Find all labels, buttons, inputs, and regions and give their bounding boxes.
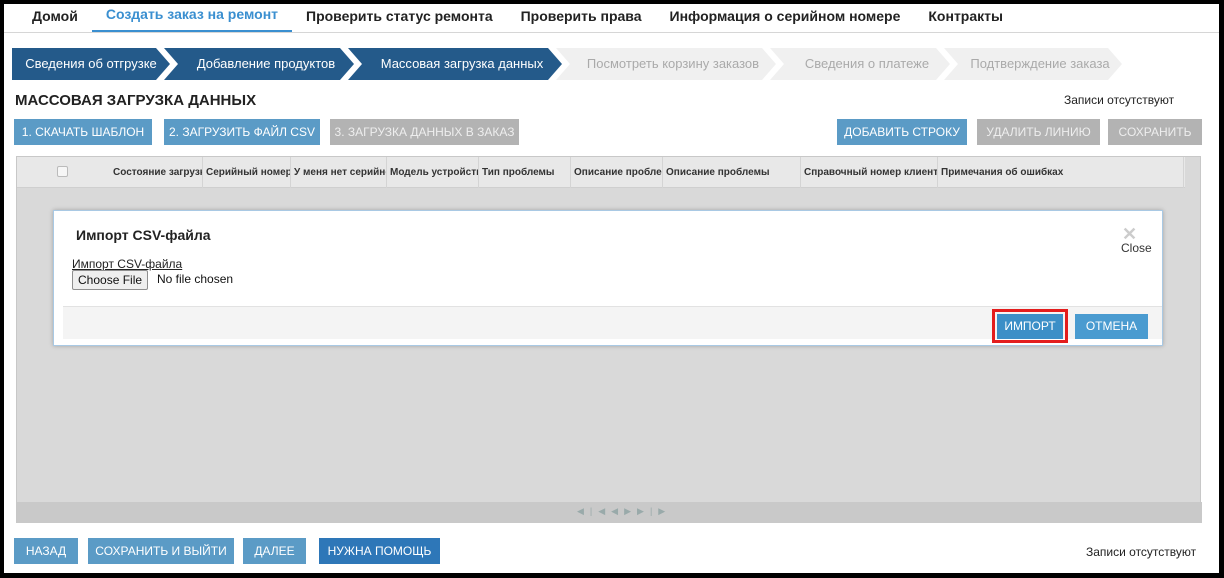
load-into-order-button[interactable]: 3. ЗАГРУЗКА ДАННЫХ В ЗАКАЗ (330, 119, 519, 145)
close-label[interactable]: Close (1121, 241, 1152, 255)
next-page-icon[interactable]: ▶▶ (624, 506, 650, 516)
nav-create-repair-order[interactable]: Создать заказ на ремонт (91, 4, 292, 32)
save-and-exit-button[interactable]: СОХРАНИТЬ И ВЫЙТИ (88, 538, 234, 564)
import-button[interactable]: ИМПОРТ (997, 314, 1063, 339)
save-button[interactable]: СОХРАНИТЬ (1108, 119, 1202, 145)
choose-file-button[interactable]: Choose File (72, 270, 149, 290)
step-shipping-info[interactable]: Сведения об отгрузке (12, 48, 170, 80)
first-page-icon[interactable]: ◀| (577, 506, 598, 516)
column-header[interactable]: Описание проблемы (663, 157, 801, 188)
column-header[interactable]: Модель устройства (387, 157, 479, 188)
nav-contracts[interactable]: Контракты (914, 4, 1017, 32)
step-payment-info[interactable]: Сведения о платеже (770, 48, 950, 80)
column-header[interactable]: Тип проблемы (479, 157, 571, 188)
next-button[interactable]: ДАЛЕЕ (243, 538, 306, 564)
select-all-checkbox[interactable] (57, 166, 68, 177)
step-view-cart[interactable]: Посмотреть корзину заказов (556, 48, 776, 80)
nav-serial-number-info[interactable]: Информация о серийном номере (656, 4, 915, 32)
records-status-bottom: Записи отсутствуют (1086, 545, 1197, 559)
prev-page-icon[interactable]: ◀◀ (598, 506, 624, 516)
dialog-title: Импорт CSV-файла (76, 227, 211, 243)
pager: ◀|◀◀▶▶|▶ (577, 506, 671, 517)
csv-file-label: Импорт CSV-файла (72, 257, 183, 271)
order-steps: Сведения об отгрузке Добавление продукто… (12, 48, 1122, 80)
need-help-button[interactable]: НУЖНА ПОМОЩЬ (319, 538, 440, 564)
app-window: Домой Создать заказ на ремонт Проверить … (4, 4, 1219, 573)
cancel-button[interactable]: ОТМЕНА (1075, 314, 1148, 339)
top-navigation: Домой Создать заказ на ремонт Проверить … (4, 4, 1219, 33)
upload-csv-button[interactable]: 2. ЗАГРУЗИТЬ ФАЙЛ CSV (164, 119, 320, 145)
back-button[interactable]: НАЗАД (14, 538, 78, 564)
step-add-products[interactable]: Добавление продуктов (164, 48, 354, 80)
column-header[interactable]: Описание проблемы (571, 157, 663, 188)
column-header[interactable]: Состояние загрузки (110, 157, 203, 188)
column-header[interactable]: У меня нет серийного номера (291, 157, 387, 188)
step-bulk-upload[interactable]: Массовая загрузка данных (348, 48, 562, 80)
nav-check-repair-status[interactable]: Проверить статус ремонта (292, 4, 507, 32)
add-row-button[interactable]: ДОБАВИТЬ СТРОКУ (837, 119, 967, 145)
delete-line-button[interactable]: УДАЛИТЬ ЛИНИЮ (977, 119, 1100, 145)
nav-check-entitlement[interactable]: Проверить права (507, 4, 656, 32)
last-page-icon[interactable]: |▶ (650, 506, 671, 516)
column-header[interactable]: Справочный номер клиента (801, 157, 938, 188)
records-status-top: Записи отсутствуют (1064, 93, 1175, 107)
column-header[interactable]: Серийный номер (203, 157, 291, 188)
grid-header: Состояние загрузки Серийный номер У меня… (17, 157, 1185, 188)
file-status-text: No file chosen (157, 272, 234, 286)
column-header[interactable]: Примечания об ошибках (938, 157, 1184, 188)
csv-import-dialog: Импорт CSV-файла ✕ Close Импорт CSV-файл… (53, 210, 1163, 346)
download-template-button[interactable]: 1. СКАЧАТЬ ШАБЛОН (14, 119, 152, 145)
page-title: МАССОВАЯ ЗАГРУЗКА ДАННЫХ (15, 92, 257, 109)
grid-pager-bar: ◀|◀◀▶▶|▶ (17, 502, 1202, 523)
nav-home[interactable]: Домой (4, 4, 92, 32)
step-order-confirmation[interactable]: Подтверждение заказа (944, 48, 1122, 80)
